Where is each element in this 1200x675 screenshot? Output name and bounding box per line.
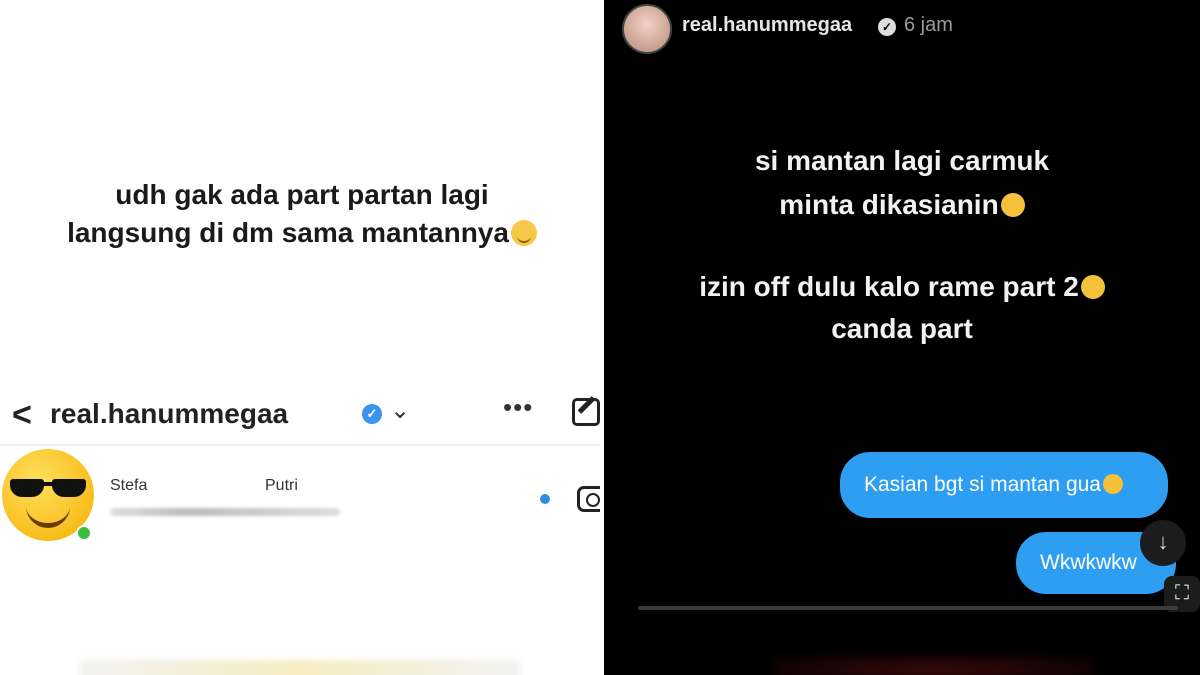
verified-badge-icon: ✓ — [878, 18, 896, 36]
smile — [26, 505, 70, 528]
divider — [0, 444, 604, 446]
new-message-icon[interactable] — [572, 398, 600, 426]
pleading-emoji-icon — [1080, 275, 1105, 299]
redacted-message-preview — [110, 508, 340, 516]
chat-bubble-1: Kasian bgt si mantan gua — [840, 452, 1168, 518]
sad-emoji-icon — [1103, 474, 1123, 494]
dm-header: < real.hanummegaa ✓ ⌄ ••• — [0, 388, 604, 440]
crying-emoji-icon — [510, 220, 537, 246]
story-username[interactable]: real.hanummegaa — [682, 14, 852, 37]
lens-left — [10, 479, 44, 497]
caption-line-1: udh gak ada part partan lagi — [115, 179, 489, 210]
story-text-line-3: izin off dulu kalo rame part 2 — [604, 268, 1200, 306]
story-text-line-2: minta dikasianin — [604, 186, 1200, 224]
right-panel: real.hanummegaa ✓ 6 jam si mantan lagi c… — [604, 0, 1200, 675]
story-text-line-4: canda part — [831, 313, 973, 344]
story-timestamp: 6 jam — [904, 14, 953, 36]
caption-line-2: langsung di dm sama mantannya — [0, 214, 604, 252]
dm-username[interactable]: real.hanummegaa — [50, 398, 288, 430]
left-panel: udh gak ada part partan lagi langsung di… — [0, 0, 604, 675]
story-avatar[interactable] — [622, 4, 672, 54]
story-text-line-1: si mantan lagi carmuk — [754, 145, 1050, 176]
input-bar[interactable] — [638, 606, 1178, 610]
lens-right — [52, 479, 86, 497]
chevron-down-icon[interactable]: ⌄ — [390, 396, 410, 425]
contact-name-part1[interactable]: Stefa — [110, 477, 147, 495]
unread-indicator — [540, 494, 550, 504]
cropped-content — [80, 660, 520, 675]
contact-name-part2[interactable]: Putri — [265, 477, 298, 495]
cropped-content — [774, 655, 1094, 675]
chevron-left-icon[interactable]: < — [12, 396, 32, 435]
more-horizontal-icon[interactable]: ••• — [503, 392, 533, 423]
arrow-down-icon[interactable]: ↓ — [1140, 520, 1186, 566]
verified-badge-icon: ✓ — [362, 404, 382, 424]
online-status-dot — [76, 525, 92, 541]
pleading-emoji-icon — [1000, 193, 1025, 217]
